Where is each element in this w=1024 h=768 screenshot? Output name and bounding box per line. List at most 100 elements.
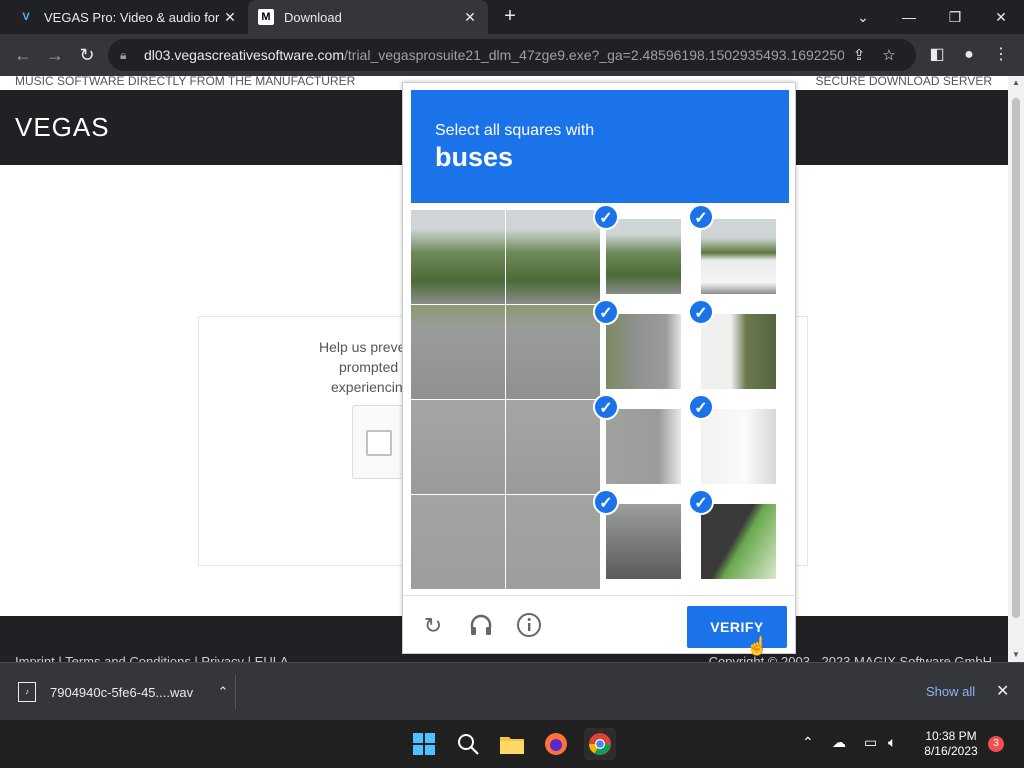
tile-image	[606, 219, 681, 294]
tile-image	[506, 305, 600, 399]
chrome-icon[interactable]	[584, 728, 616, 760]
tile-image	[701, 409, 776, 484]
side-panel-icon[interactable]: ◧	[926, 44, 948, 66]
vegas-favicon-icon: V	[22, 11, 30, 23]
tile-image	[506, 210, 600, 304]
challenge-target: buses	[435, 142, 514, 172]
checkmark-icon: ✓	[688, 299, 714, 325]
scroll-down-icon[interactable]: ▼	[1008, 648, 1024, 662]
vegas-logo[interactable]: VEGAS	[15, 112, 110, 143]
download-bar: ♪ 7904940c-5fe6-45....wav ⌃ Show all ✕	[0, 662, 1024, 720]
windows-taskbar: ⌃ ☁ ▭ 🔈︎ 10:38 PM 8/16/2023 3	[0, 720, 1024, 768]
tab-vegas-pro[interactable]: V VEGAS Pro: Video & audio for pr ✕	[8, 0, 248, 34]
captcha-tile[interactable]	[411, 400, 505, 494]
lock-icon[interactable]: 🔒︎	[120, 48, 134, 63]
notification-badge[interactable]: 3	[988, 736, 1004, 752]
close-icon[interactable]: ✕	[222, 9, 238, 26]
tile-image	[411, 210, 505, 304]
captcha-tile[interactable]: ✓	[593, 299, 695, 399]
file-explorer-icon[interactable]	[496, 728, 528, 760]
download-file-name[interactable]: 7904940c-5fe6-45....wav	[50, 685, 211, 700]
image-grid: ✓ ✓ ✓ ✓ ✓ ✓ ✓ ✓	[411, 204, 790, 589]
captcha-tile[interactable]	[411, 210, 505, 304]
captcha-tile[interactable]	[506, 210, 600, 304]
show-all-link[interactable]: Show all	[926, 684, 975, 699]
scroll-thumb[interactable]	[1012, 98, 1020, 618]
windows-start-icon[interactable]	[408, 728, 440, 760]
profile-icon[interactable]: ●	[958, 44, 980, 66]
info-icon[interactable]	[515, 612, 543, 640]
captcha-tile[interactable]	[506, 400, 600, 494]
tile-image	[411, 305, 505, 399]
chevron-up-icon[interactable]: ⌃	[802, 734, 814, 751]
system-clock[interactable]: 10:38 PM 8/16/2023	[918, 729, 984, 759]
url-text[interactable]: dl03.vegascreativesoftware.com/trial_veg…	[144, 47, 844, 63]
checkmark-icon: ✓	[593, 299, 619, 325]
reload-challenge-icon[interactable]: ↻	[419, 612, 447, 640]
scroll-up-icon[interactable]: ▲	[1008, 76, 1024, 90]
share-icon[interactable]: ⇪	[844, 46, 874, 64]
captcha-tile[interactable]: ✓	[688, 489, 790, 589]
close-window-button[interactable]: ✕	[978, 0, 1024, 34]
captcha-tile[interactable]: ✓	[593, 394, 695, 494]
reload-icon[interactable]: ↻	[76, 44, 98, 66]
new-tab-button[interactable]: +	[500, 6, 520, 26]
checkmark-icon: ✓	[593, 394, 619, 420]
tab-strip: V VEGAS Pro: Video & audio for pr ✕ M Do…	[0, 0, 1024, 34]
page-scrollbar[interactable]: ▲ ▼	[1008, 76, 1024, 662]
captcha-tile[interactable]	[411, 495, 505, 589]
secure-server-label: SECURE DOWNLOAD SERVER	[815, 76, 992, 88]
footer-links[interactable]: Imprint | Terms and Conditions | Privacy…	[15, 654, 289, 662]
audio-file-icon: ♪	[18, 682, 36, 702]
tab-title: Download	[284, 9, 342, 25]
captcha-tile[interactable]: ✓	[593, 489, 695, 589]
volume-icon[interactable]: 🔈︎	[888, 734, 896, 751]
tab-download[interactable]: M Download ✕	[248, 0, 488, 34]
hand-cursor-icon: ☝	[746, 636, 769, 656]
browser-toolbar: ← → ↻ 🔒︎ dl03.vegascreativesoftware.com/…	[0, 34, 1024, 76]
captcha-tile[interactable]	[411, 305, 505, 399]
menu-icon[interactable]: ⋮	[990, 44, 1012, 66]
checkmark-icon: ✓	[688, 489, 714, 515]
network-icon[interactable]: ☁	[832, 734, 846, 751]
chevron-up-icon[interactable]: ⌃	[211, 684, 235, 700]
tile-image	[411, 400, 505, 494]
tile-image	[701, 219, 776, 294]
checkmark-icon: ✓	[593, 204, 619, 230]
recaptcha-checkbox[interactable]	[366, 430, 392, 456]
display-icon[interactable]: ▭	[864, 734, 877, 751]
captcha-tile[interactable]	[506, 305, 600, 399]
clock-time: 10:38 PM	[925, 729, 977, 743]
forward-icon[interactable]: →	[44, 44, 66, 66]
minimize-button[interactable]: —	[886, 0, 932, 34]
tile-image	[701, 314, 776, 389]
checkmark-icon: ✓	[593, 489, 619, 515]
close-icon[interactable]: ✕	[462, 9, 478, 26]
clock-date: 8/16/2023	[924, 744, 978, 758]
verify-button[interactable]: VERIFY	[687, 606, 787, 648]
restore-button[interactable]: ❐	[932, 0, 978, 34]
tagline: MUSIC SOFTWARE DIRECTLY FROM THE MANUFAC…	[15, 76, 356, 88]
captcha-tile[interactable]: ✓	[688, 394, 790, 494]
tab-search-icon[interactable]: ⌄	[840, 0, 886, 34]
download-item[interactable]: ♪ 7904940c-5fe6-45....wav ⌃	[18, 675, 236, 709]
search-icon[interactable]	[452, 728, 484, 760]
captcha-tile[interactable]: ✓	[688, 204, 790, 304]
recaptcha-challenge: Select all squares with buses ✓ ✓ ✓ ✓ ✓ ✓ ✓ ✓ ↻…	[402, 82, 797, 654]
captcha-tile[interactable]: ✓	[688, 299, 790, 399]
captcha-tile[interactable]	[506, 495, 600, 589]
tile-image	[411, 495, 505, 589]
back-icon[interactable]: ←	[12, 44, 34, 66]
challenge-header: Select all squares with buses	[411, 90, 789, 203]
tile-image	[606, 314, 681, 389]
tile-image	[506, 495, 600, 589]
captcha-tile[interactable]: ✓	[593, 204, 695, 304]
firefox-icon[interactable]	[540, 728, 572, 760]
challenge-instruction: Select all squares with	[435, 122, 595, 139]
checkmark-icon: ✓	[688, 394, 714, 420]
tab-title: VEGAS Pro: Video & audio for pr	[44, 9, 222, 25]
bookmark-star-icon[interactable]: ☆	[874, 46, 904, 64]
close-icon[interactable]: ✕	[996, 681, 1009, 701]
address-bar[interactable]: 🔒︎ dl03.vegascreativesoftware.com/trial_…	[108, 39, 916, 71]
audio-challenge-icon[interactable]	[467, 612, 495, 640]
